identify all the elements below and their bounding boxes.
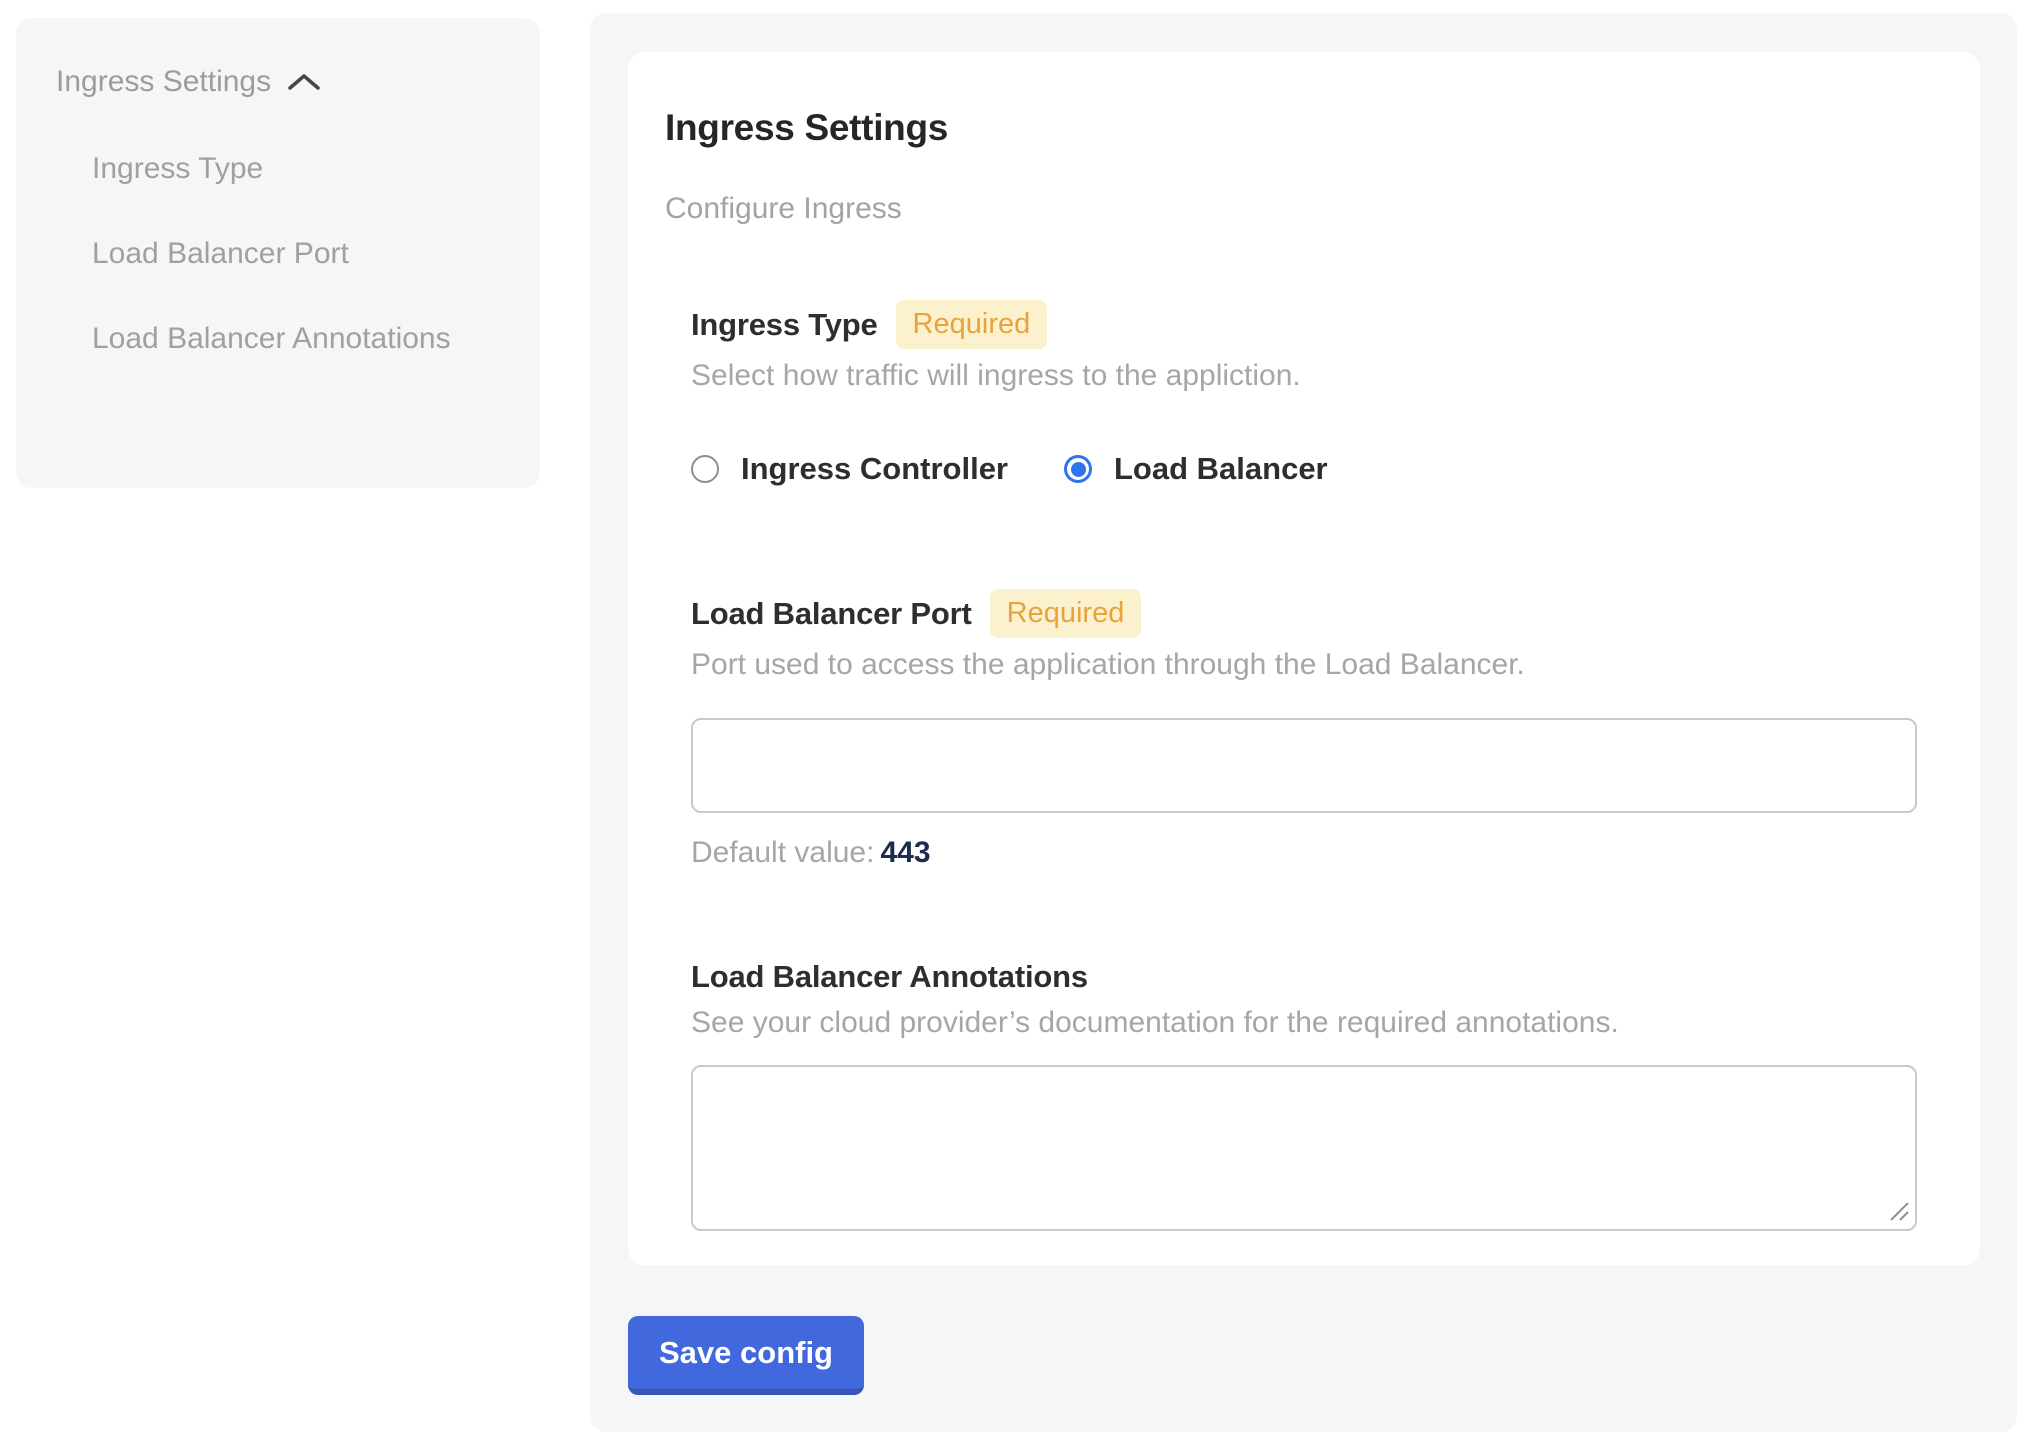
field-description: Port used to access the application thro… (691, 647, 1917, 682)
field-description: Select how traffic will ingress to the a… (691, 358, 1917, 393)
sidebar-group-label: Ingress Settings (56, 64, 271, 100)
load-balancer-port-input[interactable] (691, 718, 1917, 813)
field-heading-row: Ingress Type Required (691, 300, 1917, 349)
required-badge: Required (990, 589, 1142, 638)
field-description: See your cloud provider’s documentation … (691, 1005, 1917, 1040)
radio-label: Load Balancer (1114, 451, 1328, 487)
ingress-type-radio-group: Ingress Controller Load Balancer (691, 451, 1917, 487)
chevron-up-icon (287, 72, 321, 92)
ingress-settings-card: Ingress Settings Configure Ingress Ingre… (628, 52, 1980, 1265)
sidebar-item-list: Ingress Type Load Balancer Port Load Bal… (56, 140, 504, 368)
default-value-line: Default value:443 (691, 835, 1917, 870)
settings-nav-sidebar: Ingress Settings Ingress Type Load Balan… (16, 18, 540, 488)
sidebar-item-load-balancer-annotations[interactable]: Load Balancer Annotations (92, 310, 504, 368)
radio-circle-icon (1064, 455, 1092, 483)
page: Ingress Settings Ingress Type Load Balan… (0, 0, 2036, 1452)
sidebar-group-ingress-settings[interactable]: Ingress Settings (56, 64, 504, 100)
page-subtitle: Configure Ingress (665, 191, 1943, 227)
section-heading-load-balancer-annotations: Load Balancer Annotations (691, 958, 1088, 996)
radio-ingress-controller[interactable]: Ingress Controller (691, 451, 1008, 487)
save-config-button[interactable]: Save config (628, 1316, 864, 1395)
default-value-label: Default value: (691, 836, 874, 869)
field-heading-row: Load Balancer Annotations (691, 958, 1917, 996)
section-heading-ingress-type: Ingress Type (691, 306, 878, 344)
sidebar-item-load-balancer-port[interactable]: Load Balancer Port (92, 225, 504, 283)
load-balancer-annotations-textarea[interactable] (691, 1065, 1917, 1231)
field-section-ingress-type: Ingress Type Required Select how traffic… (691, 300, 1917, 487)
settings-panel: Ingress Settings Configure Ingress Ingre… (590, 13, 2017, 1432)
field-section-load-balancer-annotations: Load Balancer Annotations See your cloud… (691, 958, 1917, 1231)
field-section-load-balancer-port: Load Balancer Port Required Port used to… (691, 589, 1917, 870)
field-heading-row: Load Balancer Port Required (691, 589, 1917, 638)
radio-label: Ingress Controller (741, 451, 1008, 487)
radio-circle-icon (691, 455, 719, 483)
default-value: 443 (880, 836, 930, 869)
required-badge: Required (896, 300, 1048, 349)
section-heading-load-balancer-port: Load Balancer Port (691, 595, 972, 633)
radio-load-balancer[interactable]: Load Balancer (1064, 451, 1328, 487)
sidebar-item-ingress-type[interactable]: Ingress Type (92, 140, 504, 198)
page-title: Ingress Settings (665, 107, 1943, 149)
annotations-textarea-wrap (691, 1065, 1917, 1231)
form-sections: Ingress Type Required Select how traffic… (691, 300, 1917, 1231)
